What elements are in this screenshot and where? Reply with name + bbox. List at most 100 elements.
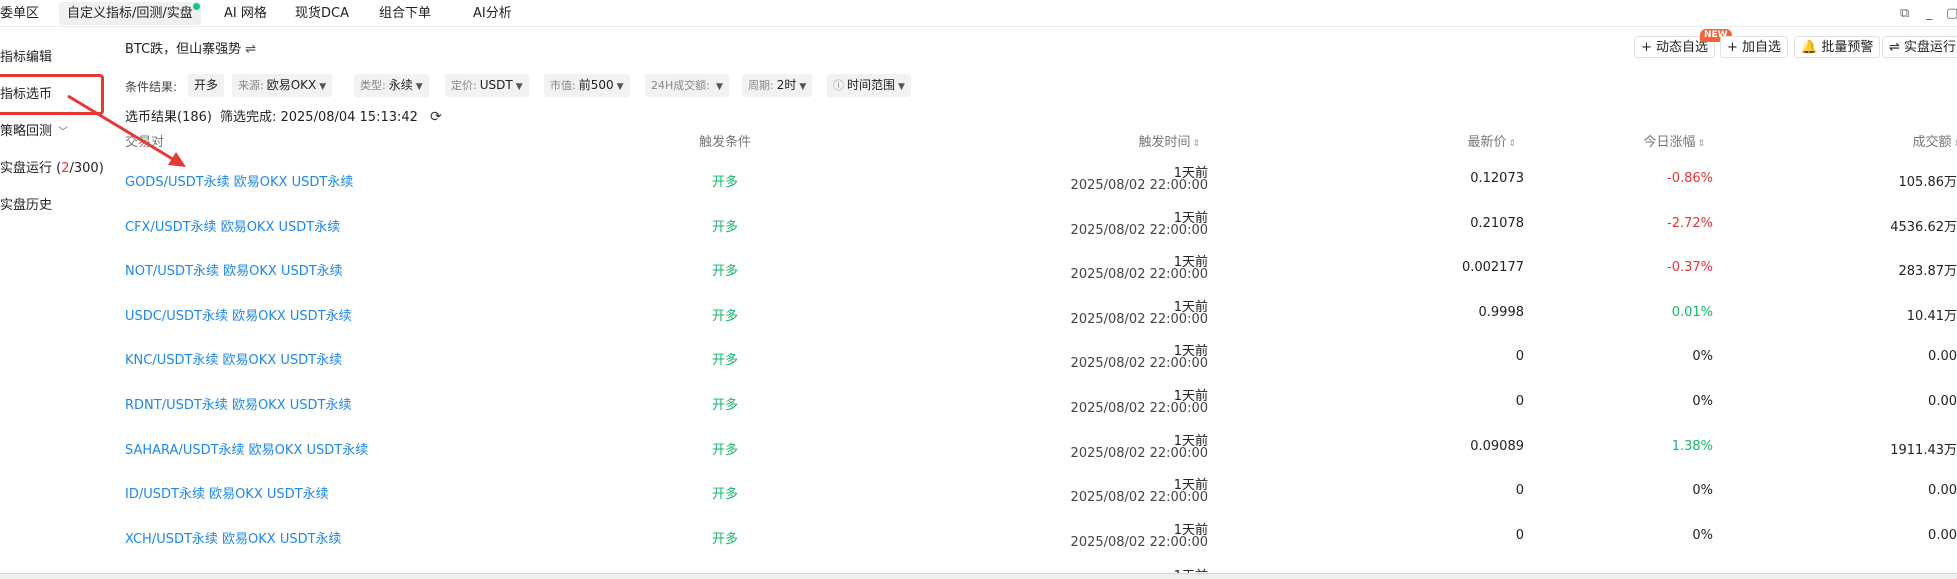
table-row[interactable]: XCH/USDT永续 欧易OKX USDT永续 开多 1天前 2025/08/02 2… [108,513,1957,558]
caret-down-icon: ▼ [898,82,905,92]
table-row[interactable]: RDNT/USDT永续 欧易OKX USDT永续 开多 1天前 2025/08/02 … [108,379,1957,424]
column-header-time-label: 触发时间 [1138,135,1191,150]
sidebar-item-backtest[interactable]: 策略回测 ﹀ [0,122,68,142]
column-header-volume[interactable]: 成交额⇕ [1912,131,1957,150]
nav-tab-ai-grid[interactable]: AI 网格 [216,2,275,25]
add-watchlist-label: 加自选 [1742,40,1782,55]
type-key: 类型: [360,79,386,92]
table-row[interactable]: CFX/USDT永续 欧易OKX USDT永续 开多 1天前 2025/08/02 2… [108,201,1957,246]
column-header-price[interactable]: 最新价 ⇕ [1467,131,1516,150]
volume: 1911.43万 [1890,442,1957,458]
pair-link[interactable]: CFX/USDT永续 欧易OKX USDT永续 [125,216,340,235]
results-count: 选币结果(186) [125,110,212,125]
plus-icon: + [1727,40,1738,55]
horizontal-scrollbar[interactable] [0,573,1957,579]
quote-value: USDT [479,78,513,92]
pair-link[interactable]: SAHARA/USDT永续 欧易OKX USDT永续 [125,439,368,458]
pair-link[interactable]: ID/USDT永续 欧易OKX USDT永续 [125,483,329,502]
table-row[interactable]: GODS/USDT永续 欧易OKX USDT永续 开多 1天前 2025/08/02 … [108,156,1957,201]
caret-down-icon: ▼ [515,82,523,92]
source-select[interactable]: 来源: 欧易OKX ▼ [232,74,333,97]
nav-tab-order-zone[interactable]: 委单区 [0,2,47,25]
refresh-icon[interactable]: ⟳ [430,109,442,125]
daily-change: -0.37% [1667,260,1713,276]
pair-link[interactable]: RDNT/USDT永续 欧易OKX USDT永续 [125,394,351,413]
volume: 0.00 [1928,394,1957,409]
results-completed: 筛选完成: 2025/08/04 15:13:42 [219,110,418,125]
period-select[interactable]: 周期: 2时 ▼ [742,74,813,97]
live-run-limit: /300) [69,161,104,176]
table-row[interactable]: ID/USDT永续 欧易OKX USDT永续 开多 1天前 2025/08/02 22… [108,468,1957,513]
pair-link[interactable]: XCH/USDT永续 欧易OKX USDT永续 [125,528,342,547]
last-price: 0 [1515,394,1524,409]
daily-change: 0% [1692,394,1713,409]
type-select[interactable]: 类型: 永续 ▼ [354,74,429,97]
top-nav-bar: 委单区 自定义指标/回测/实盘 AI 网格 现货DCA 组合下单 AI分析 ⧉ … [0,0,1957,27]
time-range-label: 时间范围 [847,78,896,92]
popout-icon[interactable]: ⧉ [1900,6,1909,21]
last-price: 0.9998 [1478,304,1525,320]
trigger-condition: 开多 [712,175,739,190]
quote-select[interactable]: 定价: USDT ▼ [445,74,529,97]
sort-icon[interactable]: ⇕ [1192,139,1200,149]
sidebar-item-live-history[interactable]: 实盘历史 [0,196,52,216]
sort-icon[interactable]: ⇕ [1508,139,1516,149]
volume: 4536.62万 [1890,219,1957,235]
pair-link[interactable]: NOT/USDT永续 欧易OKX USDT永续 [125,260,343,279]
results-summary: 选币结果(186) 筛选完成: 2025/08/04 15:13:42 ⟳ [125,106,450,125]
market-cap-select[interactable]: 市值: 前500 ▼ [544,74,630,97]
condition-result-chip[interactable]: 开多 [188,74,225,97]
nav-tab-spot-dca[interactable]: 现货DCA [287,2,357,25]
restore-icon[interactable]: ▢ [1946,6,1957,21]
live-run-button[interactable]: ⇌ 实盘运行 [1882,36,1957,58]
pair-link[interactable]: KNC/USDT永续 欧易OKX USDT永续 [125,349,342,368]
volume-24h-select[interactable]: 24H成交额: ▼ [645,74,729,97]
sidebar-item-live-run[interactable]: 实盘运行 (2/300) [0,159,104,179]
table-row[interactable]: NOT/USDT永续 欧易OKX USDT永续 开多 1天前 2025/08/02 2… [108,245,1957,290]
volume-24h-key: 24H成交额: [651,79,710,92]
time-range-select[interactable]: ⓘ 时间范围 ▼ [827,74,911,97]
condition-result-label: 条件结果: [125,80,178,94]
trigger-time: 2025/08/02 22:00:00 [1070,267,1208,283]
add-watchlist-button[interactable]: + 加自选 [1720,36,1789,58]
table-row[interactable]: SAHARA/USDT永续 欧易OKX USDT永续 开多 1天前 2025/08/0… [108,424,1957,469]
period-key: 周期: [748,79,774,92]
trigger-condition: 开多 [712,264,739,280]
last-price: 0 [1515,527,1524,543]
column-header-volume-label: 成交额 [1912,135,1952,150]
market-cap-key: 市值: [550,79,576,92]
column-header-time[interactable]: 触发时间 ⇕ [1138,131,1200,150]
type-value: 永续 [388,78,413,92]
daily-change: 0% [1692,483,1713,499]
pair-link[interactable]: GODS/USDT永续 欧易OKX USDT永续 [125,171,353,190]
nav-tab-custom-indicator[interactable]: 自定义指标/回测/实盘 [59,2,201,25]
sort-icon[interactable]: ⇕ [1697,139,1705,149]
switch-icon[interactable]: ⇌ [245,42,256,57]
volume: 105.86万 [1898,175,1957,190]
table-row[interactable]: KNC/USDT永续 欧易OKX USDT永续 开多 1天前 2025/08/02 2… [108,334,1957,379]
source-key: 来源: [238,79,264,92]
nav-tab-ai-analysis[interactable]: AI分析 [465,2,520,25]
sidebar-item-indicator-edit[interactable]: 指标编辑 [0,48,52,68]
trigger-condition: 开多 [712,442,739,458]
batch-alert-button[interactable]: 🔔 批量预警 [1794,36,1881,58]
minimize-icon[interactable]: _ [1926,6,1933,21]
strategy-title-text: BTC跌，但山寨强势 [125,42,242,57]
trigger-time: 2025/08/02 22:00:00 [1070,490,1208,506]
table-row[interactable]: USDC/USDT永续 欧易OKX USDT永续 开多 1天前 2025/08/02 … [108,290,1957,335]
caret-down-icon: ▼ [616,82,624,92]
nav-tab-combo-order[interactable]: 组合下单 [371,2,439,25]
trigger-condition: 开多 [712,219,739,235]
column-header-change[interactable]: 今日涨幅 ⇕ [1643,131,1705,150]
trigger-time: 2025/08/02 22:00:00 [1070,356,1208,372]
dynamic-watchlist-label: 动态自选 [1656,40,1709,55]
sidebar-item-backtest-label: 策略回测 [0,124,53,139]
volume: 0.00 [1928,483,1957,499]
column-header-condition: 触发条件 [699,135,752,150]
trigger-condition: 开多 [712,531,739,547]
source-value: 欧易OKX [266,78,317,92]
trigger-condition: 开多 [712,487,739,503]
sort-icon[interactable]: ⇕ [1953,139,1957,149]
last-price: 0.12073 [1470,171,1524,186]
pair-link[interactable]: USDC/USDT永续 欧易OKX USDT永续 [125,305,352,324]
